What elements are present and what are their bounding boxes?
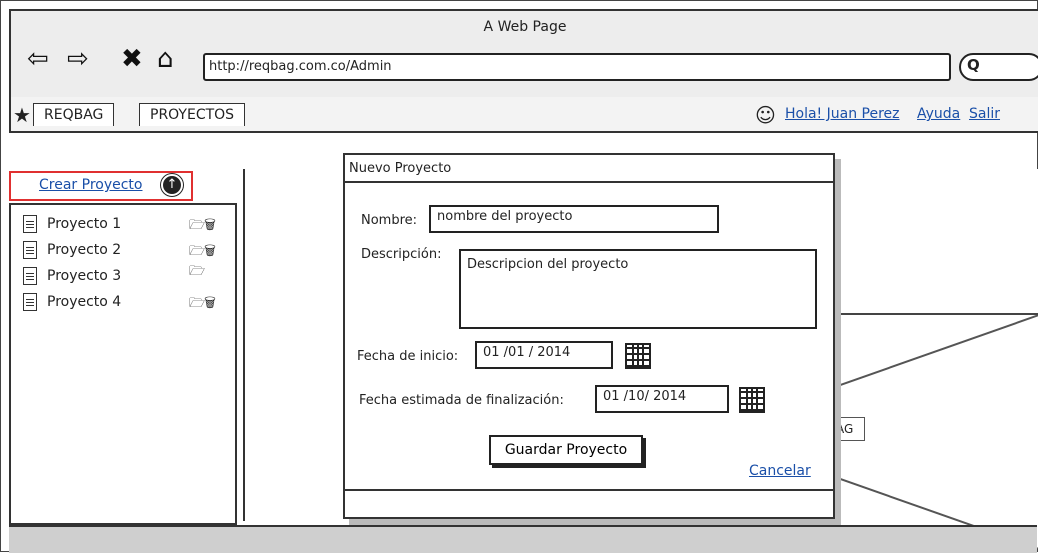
app-menubar: ★ REQBAG PROYECTOS ☺ Hola! Juan Perez Ay… [9, 97, 1038, 133]
add-circle-icon[interactable]: ↑ [161, 174, 183, 196]
create-project-box[interactable]: Crear Proyecto ↑ [9, 171, 193, 201]
document-icon [23, 267, 37, 285]
status-bar [9, 525, 1037, 553]
new-project-dialog: Nuevo Proyecto Nombre: nombre del proyec… [343, 153, 835, 519]
browser-titlebar: A Web Page ⇦ ⇨ ✖ ⌂ http://reqbag.com.co/… [9, 9, 1038, 101]
open-folder-icon[interactable]: 🗁 [189, 218, 205, 233]
forward-arrow-icon[interactable]: ⇨ [67, 45, 89, 73]
trash-icon[interactable]: 🗑 [204, 296, 216, 311]
project-name: Proyecto 2 [47, 242, 122, 258]
back-arrow-icon[interactable]: ⇦ [27, 45, 49, 73]
start-date-field[interactable]: 01 /01 / 2014 [475, 341, 613, 369]
document-icon [23, 215, 37, 233]
smiley-icon: ☺ [755, 103, 776, 127]
search-icon: Q [967, 56, 980, 74]
document-icon [23, 241, 37, 259]
trash-icon[interactable]: 🗑 [204, 244, 216, 259]
project-name: Proyecto 3 [47, 268, 122, 284]
star-icon: ★ [13, 103, 31, 127]
open-folder-icon[interactable]: 🗁 [189, 296, 205, 311]
row-actions: 🗁 [189, 261, 205, 283]
user-greeting-link[interactable]: Hola! Juan Perez [785, 106, 900, 122]
browser-window: A Web Page ⇦ ⇨ ✖ ⌂ http://reqbag.com.co/… [0, 0, 1038, 553]
trash-icon[interactable]: 🗑 [204, 218, 216, 233]
row-actions: 🗁🗑 [189, 293, 216, 315]
stop-icon[interactable]: ✖ [121, 45, 143, 73]
home-icon[interactable]: ⌂ [157, 45, 174, 73]
start-date-label: Fecha de inicio: [357, 349, 459, 364]
save-project-button[interactable]: Guardar Proyecto [489, 435, 643, 465]
logout-link[interactable]: Salir [969, 106, 1000, 122]
help-link[interactable]: Ayuda [917, 106, 960, 122]
dialog-footer [345, 489, 833, 491]
row-actions: 🗁🗑 [189, 241, 216, 263]
list-item[interactable]: Proyecto 4 [23, 291, 121, 313]
tab-proyectos[interactable]: PROYECTOS [139, 103, 246, 126]
name-label: Nombre: [361, 213, 418, 228]
tab-reqbag[interactable]: REQBAG [33, 103, 115, 126]
end-date-field[interactable]: 01 /10/ 2014 [595, 385, 729, 413]
search-button[interactable]: Q [959, 53, 1038, 81]
end-date-label: Fecha estimada de finalización: [359, 393, 564, 408]
project-name: Proyecto 1 [47, 216, 122, 232]
list-item[interactable]: Proyecto 1 [23, 213, 121, 235]
dialog-title: Nuevo Proyecto [345, 155, 833, 183]
list-item[interactable]: Proyecto 3 [23, 265, 121, 287]
list-item[interactable]: Proyecto 2 [23, 239, 121, 261]
name-field[interactable]: nombre del proyecto [429, 205, 719, 233]
project-name: Proyecto 4 [47, 294, 122, 310]
description-field[interactable]: Descripcion del proyecto [459, 249, 817, 329]
url-input[interactable]: http://reqbag.com.co/Admin [203, 53, 951, 81]
row-actions: 🗁🗑 [189, 215, 216, 237]
document-icon [23, 293, 37, 311]
description-label: Descripción: [361, 247, 442, 262]
open-folder-icon[interactable]: 🗁 [189, 264, 205, 279]
window-title: A Web Page [483, 19, 567, 35]
open-folder-icon[interactable]: 🗁 [189, 244, 205, 259]
calendar-icon[interactable] [739, 387, 765, 413]
create-project-link[interactable]: Crear Proyecto [39, 177, 142, 193]
project-list: Proyecto 1 🗁🗑 Proyecto 2 🗁🗑 Proyecto 3 🗁… [9, 203, 237, 525]
cancel-link[interactable]: Cancelar [749, 463, 811, 479]
calendar-icon[interactable] [625, 343, 651, 369]
